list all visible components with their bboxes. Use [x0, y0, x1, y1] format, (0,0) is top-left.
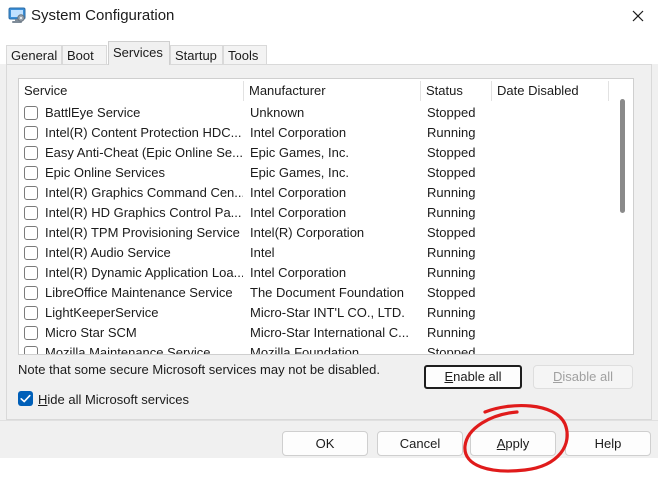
service-checkbox[interactable]	[24, 126, 38, 140]
service-status: Running	[427, 125, 476, 140]
service-status: Running	[427, 265, 476, 280]
footer-divider	[0, 420, 658, 421]
service-name: Epic Online Services	[45, 165, 165, 180]
service-checkbox[interactable]	[24, 206, 38, 220]
service-manufacturer: Micro-Star INT'L CO., LTD.	[250, 305, 405, 320]
service-manufacturer: Mozilla Foundation	[250, 345, 360, 355]
service-name: Easy Anti-Cheat (Epic Online Se...	[45, 145, 243, 160]
service-checkbox[interactable]	[24, 146, 38, 160]
service-manufacturer: Intel(R) Corporation	[250, 225, 365, 240]
service-checkbox[interactable]	[24, 246, 38, 260]
enable-all-button[interactable]: Enable all	[424, 365, 522, 389]
scrollbar-thumb[interactable]	[620, 99, 625, 213]
service-status: Running	[427, 305, 476, 320]
service-status: Stopped	[427, 165, 476, 180]
disable-all-button[interactable]: Disable all	[533, 365, 633, 389]
ok-button[interactable]: OK	[282, 431, 368, 456]
service-manufacturer: Intel	[250, 245, 275, 260]
service-row[interactable]: LibreOffice Maintenance Service The Docum…	[19, 283, 619, 303]
service-status: Running	[427, 185, 476, 200]
service-checkbox[interactable]	[24, 306, 38, 320]
tab-general[interactable]: General	[6, 45, 62, 64]
service-row[interactable]: Intel(R) Content Protection HDC... Intel …	[19, 123, 619, 143]
service-manufacturer: Intel Corporation	[250, 205, 347, 220]
service-manufacturer: Intel Corporation	[250, 265, 347, 280]
service-name: Intel(R) Graphics Command Cen...	[45, 185, 243, 200]
service-status: Stopped	[427, 285, 476, 300]
service-manufacturer: Micro-Star International C...	[250, 325, 409, 340]
service-checkbox[interactable]	[24, 226, 38, 240]
service-name: LightKeeperService	[45, 305, 159, 320]
cancel-button[interactable]: Cancel	[377, 431, 463, 456]
service-name: Intel(R) Dynamic Application Loa...	[45, 265, 243, 280]
service-row[interactable]: Intel(R) HD Graphics Control Pa... Intel …	[19, 203, 619, 223]
service-row[interactable]: Micro Star SCM Micro-Star International C…	[19, 323, 619, 343]
services-list[interactable]: Service Manufacturer Status Date Disable…	[18, 78, 634, 355]
service-name: BattlEye Service	[45, 105, 141, 120]
tab-startup[interactable]: Startup	[170, 45, 223, 64]
column-header-service[interactable]: Service	[19, 79, 243, 103]
msconfig-icon	[8, 7, 26, 23]
tab-boot[interactable]: Boot	[62, 45, 107, 64]
service-manufacturer: Unknown	[250, 105, 305, 120]
service-manufacturer: Epic Games, Inc.	[250, 165, 349, 180]
service-checkbox[interactable]	[24, 326, 38, 340]
list-header: Service Manufacturer Status Date Disable…	[19, 79, 619, 103]
service-row[interactable]: Intel(R) Graphics Command Cen... Intel Co…	[19, 183, 619, 203]
system-configuration-window: System Configuration General Boot Servic…	[0, 0, 658, 458]
service-name: LibreOffice Maintenance Service	[45, 285, 233, 300]
close-icon[interactable]	[624, 2, 652, 30]
service-manufacturer: Intel Corporation	[250, 185, 347, 200]
service-row[interactable]: Mozilla Maintenance Service Mozilla Found…	[19, 343, 619, 355]
service-row[interactable]: Intel(R) Dynamic Application Loa... Intel…	[19, 263, 619, 283]
service-manufacturer: Intel Corporation	[250, 125, 347, 140]
service-status: Stopped	[427, 145, 476, 160]
column-header-date-disabled[interactable]: Date Disabled	[492, 79, 608, 103]
tab-services[interactable]: Services	[108, 41, 170, 65]
secure-services-note: Note that some secure Microsoft services…	[18, 362, 380, 377]
help-button[interactable]: Help	[565, 431, 651, 456]
service-row[interactable]: BattlEye Service Unknown Stopped	[19, 103, 619, 123]
service-checkbox[interactable]	[24, 286, 38, 300]
service-status: Running	[427, 325, 476, 340]
column-divider[interactable]	[608, 81, 609, 101]
service-status: Running	[427, 205, 476, 220]
service-checkbox[interactable]	[24, 266, 38, 280]
service-checkbox[interactable]	[24, 166, 38, 180]
service-manufacturer: Epic Games, Inc.	[250, 145, 349, 160]
service-name: Mozilla Maintenance Service	[45, 345, 211, 355]
service-checkbox[interactable]	[24, 186, 38, 200]
hide-microsoft-services-checkbox[interactable]	[18, 391, 33, 406]
service-row[interactable]: Intel(R) Audio Service Intel Running	[19, 243, 619, 263]
service-name: Intel(R) HD Graphics Control Pa...	[45, 205, 242, 220]
tab-tools[interactable]: Tools	[223, 45, 267, 64]
service-checkbox[interactable]	[24, 346, 38, 354]
service-checkbox[interactable]	[24, 106, 38, 120]
apply-button[interactable]: Apply	[470, 431, 556, 456]
column-header-manufacturer[interactable]: Manufacturer	[244, 79, 420, 103]
service-row[interactable]: Epic Online Services Epic Games, Inc. Stop…	[19, 163, 619, 183]
service-row[interactable]: Easy Anti-Cheat (Epic Online Se... Epic G…	[19, 143, 619, 163]
service-row[interactable]: Intel(R) TPM Provisioning Service Intel(R…	[19, 223, 619, 243]
service-name: Micro Star SCM	[45, 325, 137, 340]
service-status: Running	[427, 245, 476, 260]
service-manufacturer: The Document Foundation	[250, 285, 404, 300]
service-status: Stopped	[427, 225, 476, 240]
service-status: Stopped	[427, 105, 476, 120]
window-title: System Configuration	[31, 7, 175, 24]
service-status: Stopped	[427, 345, 476, 355]
column-header-status[interactable]: Status	[421, 79, 491, 103]
service-row[interactable]: LightKeeperService Micro-Star INT'L CO., …	[19, 303, 619, 323]
hide-microsoft-services-label[interactable]: Hide all Microsoft services	[38, 392, 189, 407]
service-name: Intel(R) TPM Provisioning Service	[45, 225, 240, 240]
service-name: Intel(R) Content Protection HDC...	[45, 125, 242, 140]
title-bar: System Configuration	[0, 0, 658, 32]
service-name: Intel(R) Audio Service	[45, 245, 171, 260]
